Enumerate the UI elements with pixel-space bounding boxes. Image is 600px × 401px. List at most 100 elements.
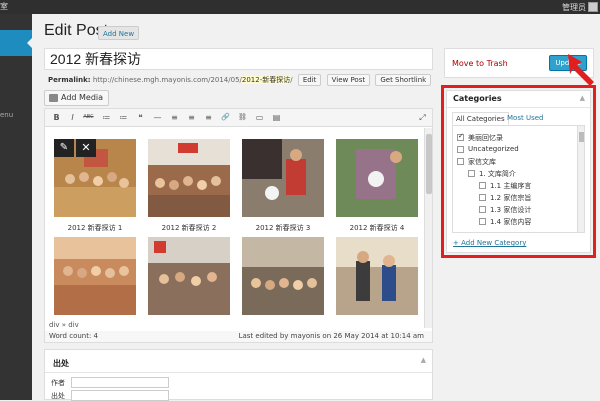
read-more-icon[interactable]: ▭ xyxy=(254,112,265,123)
bold-icon[interactable]: B xyxy=(51,112,62,123)
gallery-caption: 2012 新春探访 3 xyxy=(255,224,311,232)
blockquote-icon[interactable]: ❝ xyxy=(135,112,146,123)
view-post-button[interactable]: View Post xyxy=(326,74,371,86)
category-label: 1.4 家信内容 xyxy=(490,218,532,226)
category-label: 1.1 主编序言 xyxy=(490,182,532,190)
categories-title: Categories xyxy=(453,94,502,103)
categories-scrollbar[interactable] xyxy=(577,126,584,232)
editor-scrollbar[interactable] xyxy=(424,128,432,328)
categories-divider xyxy=(447,107,590,108)
add-new-button[interactable]: Add New xyxy=(98,26,140,40)
categories-toggle-icon[interactable]: ▲ xyxy=(580,94,585,102)
admin-sidebar: enu xyxy=(0,14,32,400)
author-input[interactable] xyxy=(71,377,169,388)
red-arrow-annotation xyxy=(568,54,594,86)
gallery-photo[interactable] xyxy=(242,237,324,315)
category-label: Uncategorized xyxy=(468,145,519,153)
category-checkbox[interactable] xyxy=(479,218,486,225)
metabox-divider xyxy=(45,372,432,373)
category-checkbox[interactable] xyxy=(457,146,464,153)
gallery-photo[interactable] xyxy=(242,139,324,217)
categories-box: Categories ▲ All Categories Most Used 美丽… xyxy=(446,90,591,253)
post-editor[interactable]: B I ABC ≔ ≔ ❝ — ≡ ≡ ≡ 🔗 ⛓ ▭ ▤ ⤢ ✎ ✕ 2012… xyxy=(44,108,433,340)
category-checkbox[interactable] xyxy=(457,132,464,141)
last-edited: Last edited by mayonis on 26 May 2014 at… xyxy=(238,332,424,340)
gallery-caption: 2012 新春探访 4 xyxy=(349,224,405,232)
category-checkbox[interactable] xyxy=(479,194,486,201)
avatar[interactable] xyxy=(588,2,598,12)
author-field-row: 作者 xyxy=(51,377,169,388)
gallery-item[interactable] xyxy=(54,237,136,317)
italic-icon[interactable]: I xyxy=(67,112,78,123)
word-count: Word count: 4 xyxy=(49,332,99,340)
source-label: 出处 xyxy=(51,392,65,400)
get-shortlink-button[interactable]: Get Shortlink xyxy=(375,74,432,86)
permalink-label: Permalink: xyxy=(48,76,91,84)
insert-link-icon[interactable]: 🔗 xyxy=(220,112,231,123)
gallery-photo[interactable] xyxy=(148,139,230,217)
align-left-icon[interactable]: ≡ xyxy=(169,112,180,123)
post-title-input[interactable]: 2012 新春探访 xyxy=(44,48,433,70)
categories-list: 美丽回忆录 Uncategorized 家信文库 1. 文库简介 1.1 主编序… xyxy=(452,125,585,233)
admin-bar-site-fragment[interactable]: 室 xyxy=(0,1,8,12)
add-media-button[interactable]: Add Media xyxy=(44,90,110,106)
gallery-item[interactable]: ✎ ✕ 2012 新春探访 1 xyxy=(54,139,136,233)
category-checkbox[interactable] xyxy=(457,158,464,165)
media-icon xyxy=(49,94,58,102)
category-checkbox[interactable] xyxy=(479,206,486,213)
admin-bar: 室 管理员 xyxy=(0,0,600,14)
horizontal-rule-icon[interactable]: — xyxy=(152,112,163,123)
fullscreen-icon[interactable]: ⤢ xyxy=(417,112,428,123)
categories-scroll-thumb[interactable] xyxy=(579,132,584,142)
permalink-trail: / xyxy=(290,76,293,84)
category-label: 1.3 家信设计 xyxy=(490,206,532,214)
permalink-row: Permalink: http://chinese.mgh.mayonis.co… xyxy=(48,74,432,86)
category-label: 美丽回忆录 xyxy=(468,134,503,142)
gallery-item[interactable]: 2012 新春探访 3 xyxy=(242,139,324,233)
gallery-caption: 2012 新春探访 2 xyxy=(161,224,217,232)
editor-scroll-thumb[interactable] xyxy=(426,134,432,194)
unlink-icon[interactable]: ⛓ xyxy=(237,112,248,123)
sidebar-item-posts[interactable] xyxy=(0,30,32,56)
permalink-slug[interactable]: 2012-新春探访 xyxy=(241,76,291,84)
editor-path: div » div xyxy=(49,321,79,329)
editor-content[interactable]: ✎ ✕ 2012 新春探访 1 2012 新春探访 2 2012 新春探访 3 … xyxy=(50,133,428,315)
strikethrough-icon[interactable]: ABC xyxy=(83,112,94,123)
category-label: 家信文库 xyxy=(468,158,496,166)
editor-status-bar: Word count: 4 Last edited by mayonis on … xyxy=(44,331,433,343)
category-label: 1.2 家信宗旨 xyxy=(490,194,532,202)
align-right-icon[interactable]: ≡ xyxy=(203,112,214,123)
metabox-toggle-icon[interactable]: ▲ xyxy=(421,356,426,364)
gallery-item[interactable]: 2012 新春探访 2 xyxy=(148,139,230,233)
gallery-item[interactable] xyxy=(242,237,324,317)
add-media-label: Add Media xyxy=(61,93,104,102)
source-input[interactable] xyxy=(71,390,169,401)
gallery-caption: 2012 新春探访 1 xyxy=(67,224,123,232)
align-center-icon[interactable]: ≡ xyxy=(186,112,197,123)
gallery-photo[interactable] xyxy=(336,139,418,217)
add-new-category-link[interactable]: + Add New Category xyxy=(453,239,526,247)
gallery-item[interactable] xyxy=(336,237,418,317)
author-label: 作者 xyxy=(51,379,65,387)
gallery-item[interactable]: 2012 新春探访 4 xyxy=(336,139,418,233)
gallery-photo[interactable] xyxy=(54,237,136,315)
gallery-photo[interactable] xyxy=(148,237,230,315)
edit-gallery-icon[interactable]: ✎ xyxy=(54,139,74,157)
category-checkbox[interactable] xyxy=(479,182,486,189)
sidebar-collapse-menu[interactable]: enu xyxy=(0,111,13,119)
metabox-title: 出处 xyxy=(53,359,69,368)
category-checkbox[interactable] xyxy=(468,170,475,177)
remove-gallery-icon[interactable]: ✕ xyxy=(76,139,96,157)
move-to-trash-link[interactable]: Move to Trash xyxy=(452,59,508,68)
gallery-photo[interactable] xyxy=(336,237,418,315)
tab-most-used[interactable]: Most Used xyxy=(504,112,546,125)
bullet-list-icon[interactable]: ≔ xyxy=(101,112,112,123)
gallery-item[interactable] xyxy=(148,237,230,317)
permalink-edit-button[interactable]: Edit xyxy=(297,74,322,86)
category-label: 1. 文库简介 xyxy=(479,170,516,178)
admin-bar-user[interactable]: 管理员 xyxy=(562,2,586,13)
numbered-list-icon[interactable]: ≔ xyxy=(118,112,129,123)
permalink-base: http://chinese.mgh.mayonis.com/2014/05/ xyxy=(92,76,242,84)
tab-all-categories[interactable]: All Categories xyxy=(452,112,509,125)
toolbar-toggle-icon[interactable]: ▤ xyxy=(271,112,282,123)
